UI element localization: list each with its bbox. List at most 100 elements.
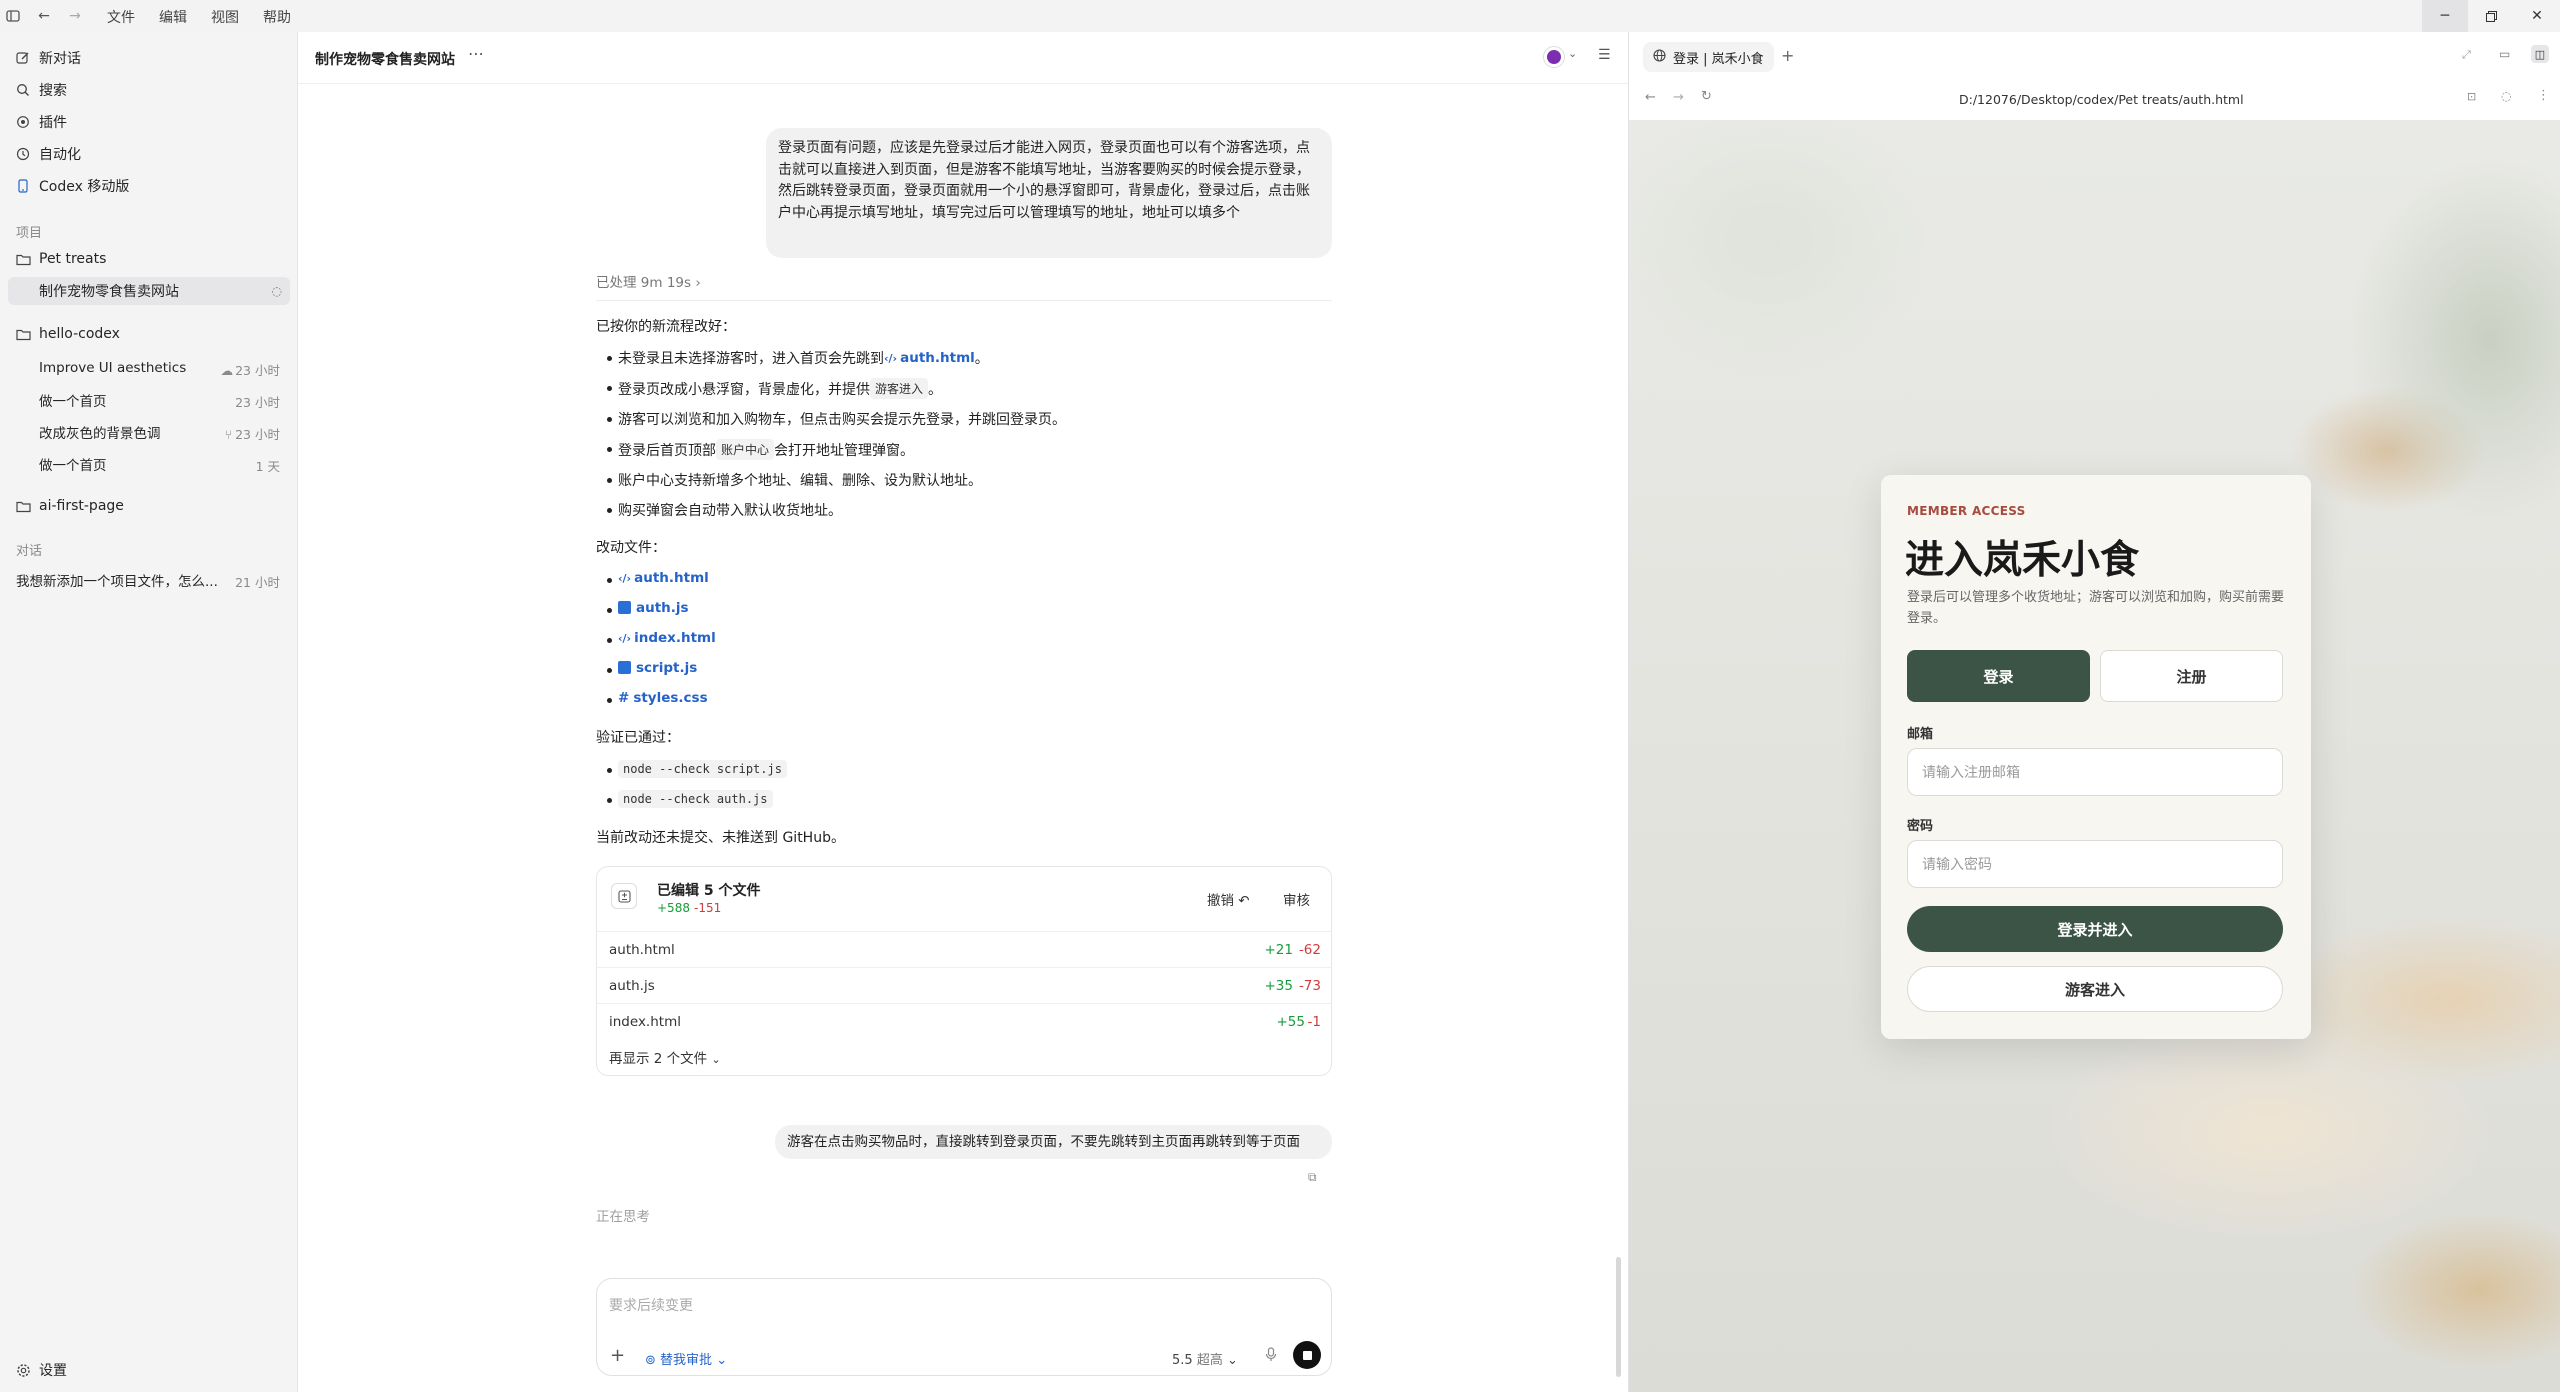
scrollbar[interactable] [1616,1257,1621,1377]
thread-item[interactable]: 做一个首页 23 小时 [8,386,290,414]
folder-icon [15,251,31,267]
sidebar-item-new-chat[interactable]: 新对话 [8,44,290,72]
sidebar-item-automation[interactable]: 自动化 [8,140,290,168]
code-file-icon: ‹/› [618,572,632,585]
file-link[interactable]: auth.js [618,600,689,616]
screenshot-icon[interactable]: ⊡ [2467,90,2476,103]
email-field[interactable]: 请输入注册邮箱 [1907,748,2283,796]
project-ai-first-page[interactable]: ai-first-page [8,492,290,520]
close-window-button[interactable]: ✕ [2514,0,2560,32]
sidebar-item-plugins[interactable]: 插件 [8,108,290,136]
chat-panel: 制作宠物零食售卖网站 ⋯ ⌄ ☰ 登录页面有问题，应该是先登录过后才能进入网页，… [298,32,1628,1392]
menu-file[interactable]: 文件 [107,7,135,27]
thinking-status: 正在思考 [596,1209,650,1225]
back-arrow-icon[interactable]: ← [33,5,55,27]
new-tab-icon[interactable]: + [1781,46,1794,65]
thread-item[interactable]: Improve UI aesthetics ☁ 23 小时 [8,354,290,382]
split-view-icon[interactable]: ◫ [2531,45,2549,63]
file-link[interactable]: ‹/› auth.html [884,350,975,366]
menu-view[interactable]: 视图 [211,7,239,27]
undo-button[interactable]: 撤销 ↶ [1207,889,1250,909]
user-message: 游客在点击购买物品时，直接跳转到登录页面，不要先跳转到主页面再跳转到等于页面 [775,1125,1332,1159]
undo-label: 撤销 [1207,893,1234,909]
stop-button[interactable] [1293,1341,1321,1369]
thread-time: ☁ 23 小时 [221,360,280,379]
bullet-text-end: 。 [928,381,943,398]
more-vertical-icon[interactable]: ⋮ [2537,88,2550,103]
comment-icon[interactable]: ◌ [2501,89,2511,103]
microphone-icon[interactable] [1265,1347,1277,1366]
forward-icon[interactable]: → [1673,90,1684,105]
chevron-down-icon[interactable]: ⌄ [1568,47,1577,60]
login-submit-button[interactable]: 登录并进入 [1907,906,2283,952]
file-diff-row[interactable]: auth.html +21 -62 [597,931,1331,967]
diff-added: +35 [1264,978,1294,994]
add-attachment-icon[interactable]: + [610,1345,625,1366]
forward-arrow-icon[interactable]: → [64,5,86,27]
reload-icon[interactable]: ↻ [1701,89,1712,104]
outline-list-icon[interactable]: ☰ [1598,47,1611,63]
project-pet-treats[interactable]: Pet treats [8,245,290,273]
inline-code: node --check script.js [618,760,787,778]
menu-help[interactable]: 帮助 [263,7,291,27]
list-item: 购买弹窗会自动带入默认收货地址。 [607,500,842,520]
edits-title: 已编辑 5 个文件 [657,883,761,899]
review-button[interactable]: 审核 [1283,889,1310,909]
sidebar-item-mobile[interactable]: Codex 移动版 [8,172,290,200]
url-bar[interactable]: D:/12076/Desktop/codex/Pet treats/auth.h… [1959,92,2244,107]
list-item: script.js [607,660,697,676]
tab-login[interactable]: 登录 [1907,650,2090,702]
chevron-right-icon: › [695,275,701,291]
thread-time: 23 小时 [235,395,280,410]
file-diff-row[interactable]: index.html +55 -1 [597,1003,1331,1039]
file-diff-row[interactable]: auth.js +35 -73 [597,967,1331,1003]
approval-label: 替我审批 [660,1353,713,1368]
file-link[interactable]: script.js [618,660,697,676]
sidebar-toggle-icon[interactable] [2,5,24,27]
file-link[interactable]: ‹/› index.html [618,630,716,646]
file-link-label: auth.html [900,350,975,366]
js-file-icon [618,601,631,614]
thread-item[interactable]: 改成灰色的背景色调 ⑂ 23 小时 [8,418,290,446]
model-selector[interactable]: 5.5 超高 ⌄ [1172,1349,1238,1368]
expand-icon[interactable]: ⤢ [2462,48,2471,62]
settings-button[interactable]: 设置 [8,1356,290,1384]
thread-item[interactable]: 做一个首页 1 天 [8,450,290,478]
sidebar-item-label: Codex 移动版 [39,179,130,195]
back-icon[interactable]: ← [1645,90,1656,105]
approval-mode-button[interactable]: ⊚ 替我审批 ⌄ [645,1349,727,1368]
bullet-text: 未登录且未选择游客时，进入首页会先跳到 [618,351,884,367]
copy-icon[interactable]: ⧉ [1308,1170,1317,1185]
password-field[interactable]: 请输入密码 [1907,840,2283,888]
bullet-text: 购买弹窗会自动带入默认收货地址。 [618,503,842,519]
bullet-text-end: 。 [974,351,989,367]
agent-avatar[interactable] [1543,46,1565,68]
file-link-label: script.js [636,660,698,676]
composer-input[interactable]: 要求后续变更 [609,1295,693,1315]
file-diff-icon [611,883,637,909]
menu-edit[interactable]: 编辑 [159,7,187,27]
list-item: 登录后首页顶部 账户中心 会打开地址管理弹窗。 [607,439,914,460]
tab-register[interactable]: 注册 [2100,650,2283,702]
chat-item[interactable]: 我想新添加一个项目文件，怎么... 21 小时 [8,566,290,594]
list-item: node --check auth.js [607,790,773,808]
effort-label: 超高 [1196,1353,1223,1368]
sidebar-item-search[interactable]: 搜索 [8,76,290,104]
minimize-button[interactable]: ─ [2422,0,2468,32]
guest-enter-button[interactable]: 游客进入 [1907,966,2283,1012]
browser-tab[interactable]: 登录 | 岚禾小食 [1643,42,1774,72]
inline-code: 游客进入 [870,378,929,399]
thread-time: ⑂ 23 小时 [225,424,280,443]
show-more-files-button[interactable]: 再显示 2 个文件 ⌄ [609,1047,721,1067]
restore-button[interactable] [2468,0,2514,32]
window-icon[interactable]: ▭ [2499,47,2510,61]
sidebar-item-label: 插件 [39,115,67,131]
thread-item-active[interactable]: 制作宠物零食售卖网站 ◌ [8,277,290,305]
project-hello-codex[interactable]: hello-codex [8,320,290,348]
clock-icon [15,146,31,162]
file-link[interactable]: ‹/› auth.html [618,570,709,586]
file-link[interactable]: # styles.css [618,690,708,706]
processed-status[interactable]: 已处理 9m 19s › [596,273,701,293]
more-options-icon[interactable]: ⋯ [468,44,484,63]
search-icon [15,82,31,98]
